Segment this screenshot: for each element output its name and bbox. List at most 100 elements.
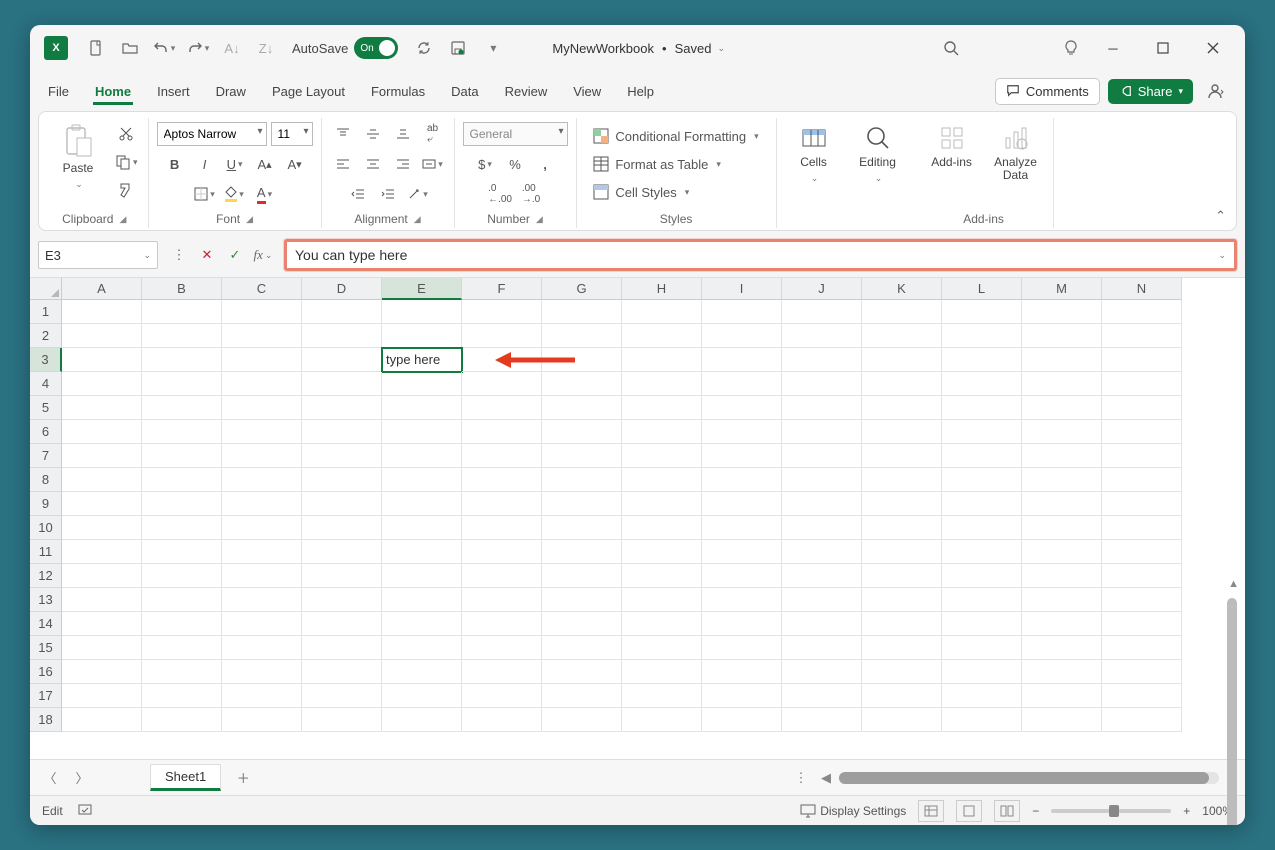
cell[interactable] [702,564,782,588]
cancel-edit-button[interactable]: ✕ [194,242,220,268]
increase-decimal-button[interactable]: .0←.00 [486,182,514,206]
cell[interactable] [1022,396,1102,420]
cell[interactable] [222,564,302,588]
zoom-slider[interactable] [1051,809,1171,813]
align-top-button[interactable] [330,122,356,146]
cell[interactable] [382,492,462,516]
cell[interactable] [302,540,382,564]
cell[interactable] [942,396,1022,420]
cell[interactable] [702,348,782,372]
cell[interactable] [302,516,382,540]
increase-indent-button[interactable] [375,182,401,206]
cell[interactable] [622,396,702,420]
merge-button[interactable]: ▾ [420,152,446,176]
row-header[interactable]: 11 [30,540,62,564]
cut-button[interactable] [113,122,139,146]
currency-button[interactable]: $▾ [472,152,498,176]
cell[interactable] [1022,708,1102,732]
cell[interactable] [1022,516,1102,540]
row-header[interactable]: 9 [30,492,62,516]
decrease-font-button[interactable]: A▾ [282,152,308,176]
cell[interactable] [222,444,302,468]
cell[interactable] [1102,372,1182,396]
comments-button[interactable]: Comments [995,78,1100,105]
tab-file[interactable]: File [46,78,71,105]
tab-draw[interactable]: Draw [214,78,248,105]
cell[interactable] [942,348,1022,372]
font-color-button[interactable]: A▾ [252,182,278,206]
cell[interactable] [302,444,382,468]
cell[interactable] [942,300,1022,324]
cell[interactable] [622,372,702,396]
cell[interactable] [382,444,462,468]
cell[interactable] [1102,708,1182,732]
cell[interactable] [702,684,782,708]
cell[interactable] [62,612,142,636]
cell[interactable] [62,660,142,684]
column-header[interactable]: I [702,278,782,300]
cell[interactable] [222,324,302,348]
cell[interactable] [62,372,142,396]
cell[interactable] [382,300,462,324]
cell[interactable] [302,684,382,708]
column-header[interactable]: A [62,278,142,300]
column-header[interactable]: N [1102,278,1182,300]
cell[interactable] [942,324,1022,348]
cell[interactable] [302,564,382,588]
cell[interactable] [62,420,142,444]
cell[interactable] [1102,660,1182,684]
cell[interactable] [942,468,1022,492]
cell[interactable] [782,468,862,492]
save-icon[interactable] [444,34,472,62]
cell[interactable] [1102,636,1182,660]
cell[interactable] [782,564,862,588]
cell[interactable] [462,300,542,324]
addins-button[interactable]: Add-ins [923,122,981,169]
cell[interactable] [382,564,462,588]
zoom-in-button[interactable]: + [1183,804,1190,818]
editing-button[interactable]: Editing⌄ [849,122,907,184]
display-settings-button[interactable]: Display Settings [800,803,906,819]
prev-sheet-button[interactable]: 〈 [38,766,62,790]
row-header[interactable]: 6 [30,420,62,444]
italic-button[interactable]: I [192,152,218,176]
row-header[interactable]: 1 [30,300,62,324]
cell[interactable] [862,396,942,420]
cell[interactable] [942,708,1022,732]
row-header[interactable]: 5 [30,396,62,420]
increase-font-button[interactable]: A▴ [252,152,278,176]
cell[interactable] [1102,324,1182,348]
maximize-button[interactable] [1141,32,1185,64]
cell[interactable] [1022,492,1102,516]
cell[interactable] [622,468,702,492]
confirm-edit-button[interactable]: ✓ [222,242,248,268]
cell[interactable] [702,396,782,420]
cell[interactable] [62,300,142,324]
lightbulb-icon[interactable] [1057,34,1085,62]
row-header[interactable]: 8 [30,468,62,492]
cell[interactable] [62,444,142,468]
cell[interactable] [142,636,222,660]
cell[interactable] [942,564,1022,588]
row-header[interactable]: 14 [30,612,62,636]
cell[interactable] [1022,444,1102,468]
cell[interactable] [382,684,462,708]
cell[interactable] [702,660,782,684]
cell[interactable] [782,324,862,348]
accessibility-icon[interactable] [77,801,93,820]
cell[interactable] [1102,516,1182,540]
cell[interactable] [62,468,142,492]
align-center-button[interactable] [360,152,386,176]
cell[interactable] [1102,612,1182,636]
normal-view-button[interactable] [918,800,944,822]
column-header[interactable]: E [382,278,462,300]
search-icon[interactable] [937,34,965,62]
cell[interactable] [1022,564,1102,588]
cell[interactable] [862,420,942,444]
cell[interactable] [622,492,702,516]
align-left-button[interactable] [330,152,356,176]
cell[interactable] [222,300,302,324]
cell[interactable] [302,420,382,444]
sort-asc-icon[interactable]: A↓ [218,34,246,62]
comma-button[interactable]: , [532,152,558,176]
